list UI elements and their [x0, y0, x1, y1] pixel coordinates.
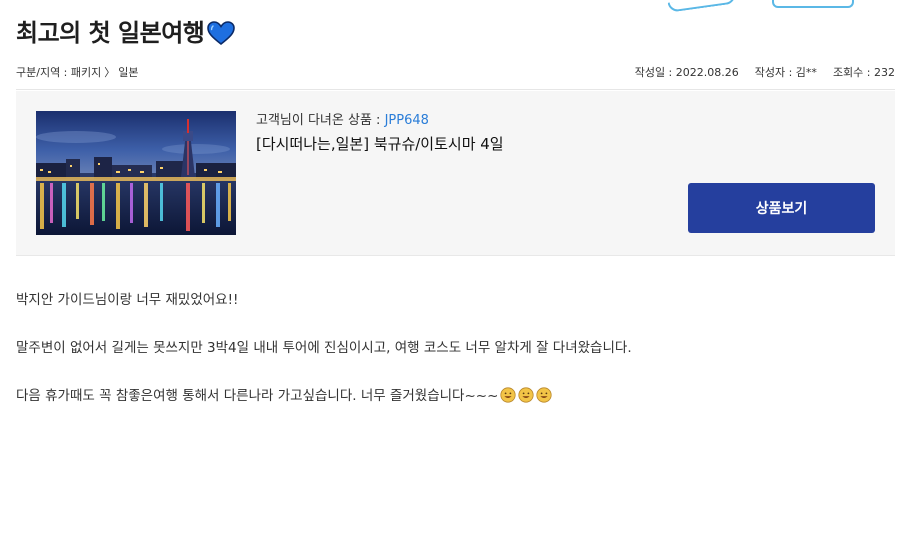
decorative-shape	[772, 0, 854, 8]
grinning-face-icon	[500, 387, 517, 403]
view-product-button[interactable]: 상품보기	[688, 183, 875, 233]
product-code-line: 고객님이 다녀온 상품 : JPP648	[256, 109, 429, 128]
product-thumbnail[interactable]	[36, 111, 236, 235]
product-code[interactable]: JPP648	[385, 113, 429, 128]
grinning-face-icon	[536, 387, 553, 403]
content-paragraph-last: 다음 휴가때도 꼭 참좋은여행 통해서 다른나라 가고싶습니다. 너무 즐거웠습…	[16, 384, 895, 408]
divider	[16, 89, 895, 90]
post-author: 작성자 : 김**	[754, 66, 817, 79]
grinning-face-icon	[518, 387, 535, 403]
view-count: 조회수 : 232	[832, 66, 895, 79]
chevron-right-icon: 〉	[104, 66, 116, 79]
post-title-text: 최고의 첫 일본여행	[16, 19, 205, 47]
category-label: 구분/지역 : 패키지	[16, 66, 102, 79]
product-card: 고객님이 다녀온 상품 : JPP648 [다시떠나는,일본] 북규슈/이토시마…	[16, 91, 895, 256]
post-content: 박지안 가이드님이랑 너무 재밌었어요!! 말주변이 없어서 길게는 못쓰지만 …	[16, 288, 895, 432]
fukuoka-tower-night-photo	[36, 111, 236, 235]
post-info: 작성일 : 2022.08.26 작성자 : 김** 조회수 : 232	[635, 64, 895, 80]
post-date: 작성일 : 2022.08.26	[634, 66, 739, 79]
post-title: 최고의 첫 일본여행	[16, 16, 236, 50]
content-paragraph-text: 다음 휴가때도 꼭 참좋은여행 통해서 다른나라 가고싶습니다. 너무 즐거웠습…	[16, 388, 499, 404]
content-paragraph: 박지안 가이드님이랑 너무 재밌었어요!!	[16, 292, 239, 308]
post-meta: 구분/지역 : 패키지 〉 일본 작성일 : 2022.08.26 작성자 : …	[16, 64, 895, 80]
blue-heart-icon	[207, 21, 236, 46]
product-name[interactable]: [다시떠나는,일본] 북규슈/이토시마 4일	[256, 133, 504, 154]
decorative-shape	[667, 0, 737, 13]
region-label: 일본	[118, 66, 139, 79]
product-code-prefix: 고객님이 다녀온 상품 :	[256, 113, 385, 128]
breadcrumb: 구분/지역 : 패키지 〉 일본	[16, 64, 139, 80]
content-paragraph: 말주변이 없어서 길게는 못쓰지만 3박4일 내내 투어에 진심이시고, 여행 …	[16, 340, 632, 356]
